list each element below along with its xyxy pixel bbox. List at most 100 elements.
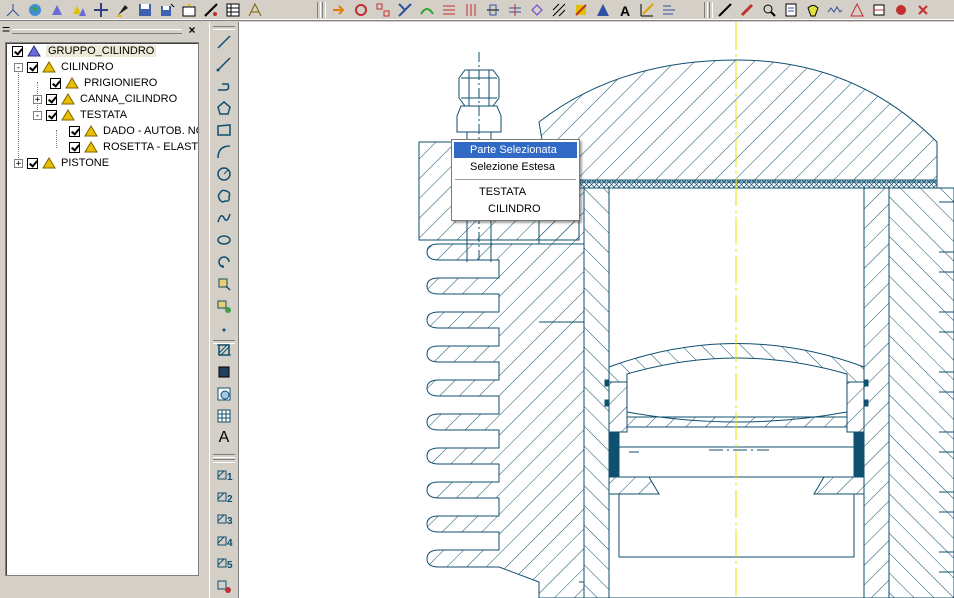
copy-icon[interactable] (846, 1, 868, 19)
menu-item-selezione-estesa[interactable]: Selezione Estesa (454, 159, 577, 175)
table-icon[interactable] (214, 406, 234, 426)
circle-icon[interactable] (214, 164, 234, 184)
table-icon[interactable] (222, 1, 244, 19)
image-icon[interactable] (214, 384, 234, 404)
visibility-checkbox[interactable] (46, 93, 57, 105)
render-icon[interactable] (824, 1, 846, 19)
ellipse-icon[interactable] (214, 230, 234, 250)
toolbar-group-modify: A (328, 0, 680, 20)
move-icon[interactable] (90, 1, 112, 19)
view-5-button[interactable]: 5 (214, 554, 234, 574)
part-icon[interactable] (46, 1, 68, 19)
tree-item-testata[interactable]: - TESTATA (33, 107, 127, 123)
hatch-area-icon[interactable] (214, 340, 234, 360)
explode-icon[interactable] (482, 1, 504, 19)
fill-icon[interactable] (592, 1, 614, 19)
trim-icon[interactable] (394, 1, 416, 19)
save-as-icon[interactable] (156, 1, 178, 19)
text-tool-button[interactable]: A (214, 428, 234, 448)
polyline-icon[interactable] (214, 54, 234, 74)
panel-minimize-button[interactable]: = (2, 22, 12, 37)
expand-toggle[interactable]: + (33, 94, 42, 104)
view-settings-icon[interactable] (214, 576, 234, 596)
solid-fill-icon[interactable] (214, 362, 234, 382)
tree-item-dado[interactable]: DADO - AUTOB. NO (69, 123, 199, 139)
menu-item-testata[interactable]: TESTATA (454, 184, 577, 200)
visibility-checkbox[interactable] (46, 109, 57, 121)
tree-item-rosetta[interactable]: ROSETTA - ELASTIC (69, 139, 198, 155)
view-4-button[interactable]: 4 (214, 532, 234, 552)
annotation-icon[interactable] (570, 1, 592, 19)
tree-item-prigioniero[interactable]: PRIGIONIERO (50, 75, 157, 91)
toolbar-separator (709, 2, 713, 18)
panel-grip[interactable] (12, 29, 182, 34)
polygon-icon[interactable] (214, 98, 234, 118)
view-3-button[interactable]: 3 (214, 510, 234, 530)
extend-icon[interactable] (416, 1, 438, 19)
part-icon (61, 109, 75, 121)
menu-separator (455, 179, 576, 180)
view-2-button[interactable]: 2 (214, 488, 234, 508)
drawing-canvas[interactable] (239, 22, 954, 598)
tools-icon[interactable] (912, 1, 934, 19)
text-icon[interactable]: A (614, 1, 636, 19)
tree-item-canna-cilindro[interactable]: + CANNA_CILINDRO (33, 91, 177, 107)
rectangle-icon[interactable] (214, 120, 234, 140)
visibility-checkbox[interactable] (27, 61, 38, 73)
toolbar-grip[interactable] (213, 26, 235, 30)
tools-icon[interactable] (868, 1, 890, 19)
tree-item-label: DADO - AUTOB. NO (103, 125, 199, 137)
dimension-icon[interactable] (244, 1, 266, 19)
menu-item-parte-selezionata[interactable]: Parte Selezionata (454, 142, 577, 158)
visibility-checkbox[interactable] (50, 77, 61, 89)
arc-icon[interactable] (214, 142, 234, 162)
tree-item-pistone[interactable]: + PISTONE (14, 155, 109, 171)
tree-item-gruppo-cilindro[interactable]: GRUPPO_CILINDRO (12, 43, 157, 59)
tree-item-cilindro[interactable]: - CILINDRO (14, 59, 114, 75)
view-1-button[interactable]: 1 (214, 466, 234, 486)
block-insert-icon[interactable] (214, 274, 234, 294)
save-icon[interactable] (134, 1, 156, 19)
visibility-checkbox[interactable] (69, 125, 80, 137)
cut-icon[interactable] (328, 1, 350, 19)
measure-icon[interactable] (200, 1, 222, 19)
array-icon[interactable] (372, 1, 394, 19)
hatch-icon[interactable] (548, 1, 570, 19)
collapse-toggle[interactable]: - (14, 62, 23, 72)
globe-icon[interactable] (24, 1, 46, 19)
pencil-icon[interactable] (658, 1, 680, 19)
point-icon[interactable] (214, 318, 234, 338)
visibility-checkbox[interactable] (27, 157, 38, 169)
toolbar-separator (322, 2, 326, 18)
menu-item-cilindro[interactable]: CILINDRO (454, 201, 577, 217)
assembly-icon[interactable] (68, 1, 90, 19)
visibility-checkbox[interactable] (69, 141, 80, 153)
mirror-icon[interactable] (526, 1, 548, 19)
rotate-icon[interactable] (350, 1, 372, 19)
toolbar-group-file (2, 0, 266, 20)
cloud-icon[interactable] (214, 186, 234, 206)
align-icon[interactable] (460, 1, 482, 19)
pencil-icon[interactable] (714, 1, 736, 19)
curve-icon[interactable] (214, 76, 234, 96)
grid-icon[interactable] (438, 1, 460, 19)
spline-icon[interactable] (214, 208, 234, 228)
rotate-icon[interactable] (214, 252, 234, 272)
block-edit-icon[interactable] (214, 296, 234, 316)
line-icon[interactable] (214, 32, 234, 52)
visibility-checkbox[interactable] (12, 45, 23, 57)
panel-close-button[interactable]: × (186, 23, 198, 37)
tools-icon[interactable] (890, 1, 912, 19)
expand-toggle[interactable]: + (14, 158, 23, 168)
wave-icon[interactable] (802, 1, 824, 19)
light-icon[interactable] (736, 1, 758, 19)
export-icon[interactable] (178, 1, 200, 19)
axis-icon[interactable] (2, 1, 24, 19)
part-icon (42, 157, 56, 169)
paint-icon[interactable] (112, 1, 134, 19)
offset-icon[interactable] (504, 1, 526, 19)
collapse-toggle[interactable]: - (33, 110, 42, 120)
print-icon[interactable] (780, 1, 802, 19)
zoom-icon[interactable] (758, 1, 780, 19)
dimension-icon[interactable] (636, 1, 658, 19)
